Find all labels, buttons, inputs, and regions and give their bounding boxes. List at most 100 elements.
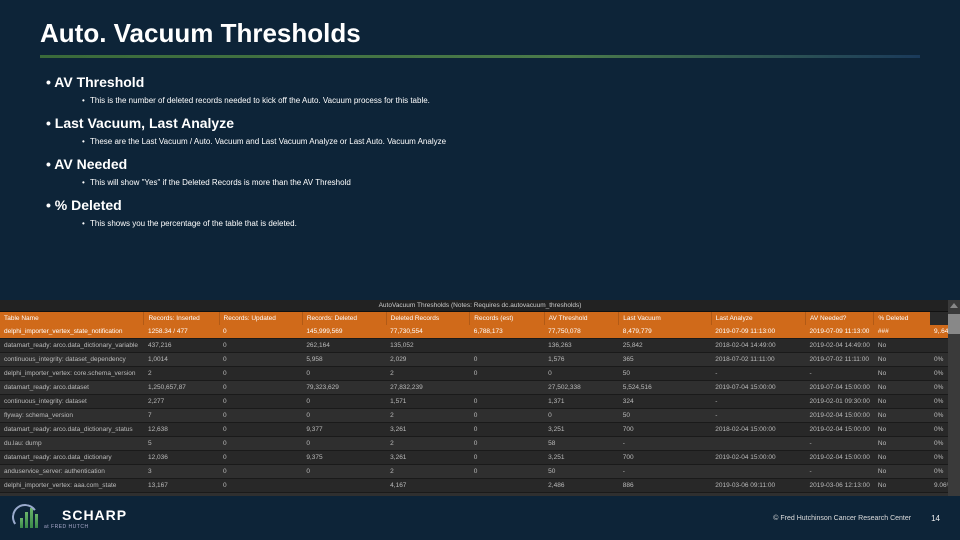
table-cell: 27,832,239: [386, 381, 470, 395]
table-cell: -: [806, 367, 874, 381]
table-cell: 5: [144, 437, 219, 451]
table-cell: ###: [874, 325, 930, 339]
table-row[interactable]: datamart_ready: arco.data_dictionary12,0…: [0, 451, 960, 465]
data-table: Table NameRecords: InsertedRecords: Upda…: [0, 312, 960, 507]
table-cell: 1,576: [544, 353, 619, 367]
table-row[interactable]: delphi_importer_vertex: core.schema_vers…: [0, 367, 960, 381]
table-cell: [470, 339, 544, 353]
table-cell: 0: [470, 409, 544, 423]
bullet-detail: This will show "Yes" if the Deleted Reco…: [46, 178, 920, 187]
table-cell: No: [874, 353, 930, 367]
table-cell: 1,0014: [144, 353, 219, 367]
table-cell: 135,052: [386, 339, 470, 353]
table-column-header[interactable]: Deleted Records: [386, 312, 470, 325]
table-cell: 27,502,338: [544, 381, 619, 395]
table-row[interactable]: continuous_integrity: dataset_dependency…: [0, 353, 960, 367]
table-cell: 79,323,629: [302, 381, 386, 395]
table-cell: 2019-07-09 11:13:00: [711, 325, 805, 339]
table-cell: 2019-02-04 14:49:00: [806, 339, 874, 353]
table-column-header[interactable]: Records (est): [470, 312, 544, 325]
table-column-header[interactable]: AV Threshold: [544, 312, 619, 325]
table-cell: 0: [219, 437, 302, 451]
table-row[interactable]: datamart_ready: arco.data_dictionary_sta…: [0, 423, 960, 437]
table-cell: 0: [302, 367, 386, 381]
table-cell: 5,958: [302, 353, 386, 367]
table-cell: [302, 479, 386, 493]
table-cell: 2018-02-04 15:00:00: [711, 423, 805, 437]
table-cell: [711, 465, 805, 479]
table-row[interactable]: continuous_integrity: dataset2,277001,57…: [0, 395, 960, 409]
table-column-header[interactable]: Last Vacuum: [619, 312, 711, 325]
table-row[interactable]: anduservice_server: authentication300205…: [0, 465, 960, 479]
table-cell: anduservice_server: authentication: [0, 465, 144, 479]
table-cell: [470, 381, 544, 395]
table-cell: 50: [619, 409, 711, 423]
table-cell: delphi_importer_vertex: core.schema_vers…: [0, 367, 144, 381]
table-cell: 0: [219, 339, 302, 353]
table-column-header[interactable]: Last Analyze: [711, 312, 805, 325]
table-row[interactable]: du.lau: dump5002058--No0%: [0, 437, 960, 451]
table-cell: 700: [619, 423, 711, 437]
logo-subtext: at FRED HUTCH: [44, 524, 127, 530]
table-cell: 365: [619, 353, 711, 367]
table-cell: 0: [219, 367, 302, 381]
table-cell: 0: [219, 451, 302, 465]
scroll-thumb[interactable]: [948, 314, 960, 334]
table-row[interactable]: datamart_ready: arco.data_dictionary_var…: [0, 339, 960, 353]
table-cell: 50: [544, 465, 619, 479]
table-cell: No: [874, 339, 930, 353]
table-cell: 2019-07-04 15:00:00: [711, 381, 805, 395]
table-header-row: Table NameRecords: InsertedRecords: Upda…: [0, 312, 960, 325]
table-cell: 262,164: [302, 339, 386, 353]
table-cell: 0: [470, 423, 544, 437]
table-cell: continuous_integrity: dataset_dependency: [0, 353, 144, 367]
table-cell: No: [874, 451, 930, 465]
scroll-up-icon[interactable]: [950, 303, 958, 308]
table-cell: 145,999,569: [302, 325, 386, 339]
table-cell: 2019-02-04 15:00:00: [806, 423, 874, 437]
table-cell: 25,842: [619, 339, 711, 353]
title-underline: [40, 55, 920, 58]
table-cell: -: [806, 437, 874, 451]
table-cell: datamart_ready: arco.data_dictionary_sta…: [0, 423, 144, 437]
table-row[interactable]: flyway: schema_version70020050-2019-02-0…: [0, 409, 960, 423]
table-column-header[interactable]: Records: Updated: [219, 312, 302, 325]
vertical-scrollbar[interactable]: [948, 300, 960, 507]
table-cell: 2019-03-06 12:13:00: [806, 479, 874, 493]
table-column-header[interactable]: Table Name: [0, 312, 144, 325]
table-cell: 0: [544, 409, 619, 423]
table-cell: 58: [544, 437, 619, 451]
table-cell: [470, 479, 544, 493]
table-cell: 700: [619, 451, 711, 465]
table-cell: 2019-02-04 15:00:00: [711, 451, 805, 465]
table-cell: 12,638: [144, 423, 219, 437]
table-row[interactable]: delphi_importer_vertex: aaa.com_state13,…: [0, 479, 960, 493]
table-row[interactable]: delphi_importer_vertex_state_notificatio…: [0, 325, 960, 339]
table-cell: 2,277: [144, 395, 219, 409]
table-cell: No: [874, 479, 930, 493]
bullet-heading: AV Threshold: [46, 74, 920, 90]
bullet-heading: % Deleted: [46, 197, 920, 213]
table-cell: 136,263: [544, 339, 619, 353]
table-cell: 0: [302, 465, 386, 479]
table-cell: No: [874, 437, 930, 451]
table-cell: 0: [219, 353, 302, 367]
table-cell: -: [806, 465, 874, 479]
table-column-header[interactable]: Records: Deleted: [302, 312, 386, 325]
table-column-header[interactable]: Records: Inserted: [144, 312, 219, 325]
bullet-list: AV Threshold This is the number of delet…: [40, 74, 920, 228]
scharp-logo: SCHARP at FRED HUTCH: [20, 507, 127, 530]
table-cell: 1258.34 / 477: [144, 325, 219, 339]
table-cell: 50: [619, 367, 711, 381]
copyright-text: © Fred Hutchinson Cancer Research Center: [773, 515, 911, 522]
table-cell: 0: [470, 437, 544, 451]
bullet-heading: Last Vacuum, Last Analyze: [46, 115, 920, 131]
table-cell: 3: [144, 465, 219, 479]
table-column-header[interactable]: % Deleted: [874, 312, 930, 325]
table-cell: datamart_ready: arco.dataset: [0, 381, 144, 395]
table-cell: 2019-03-06 09:11:00: [711, 479, 805, 493]
table-cell: 2019-07-09 11:13:00: [806, 325, 874, 339]
table-row[interactable]: datamart_ready: arco.dataset1,250,657,87…: [0, 381, 960, 395]
table-column-header[interactable]: AV Needed?: [806, 312, 874, 325]
table-cell: No: [874, 465, 930, 479]
